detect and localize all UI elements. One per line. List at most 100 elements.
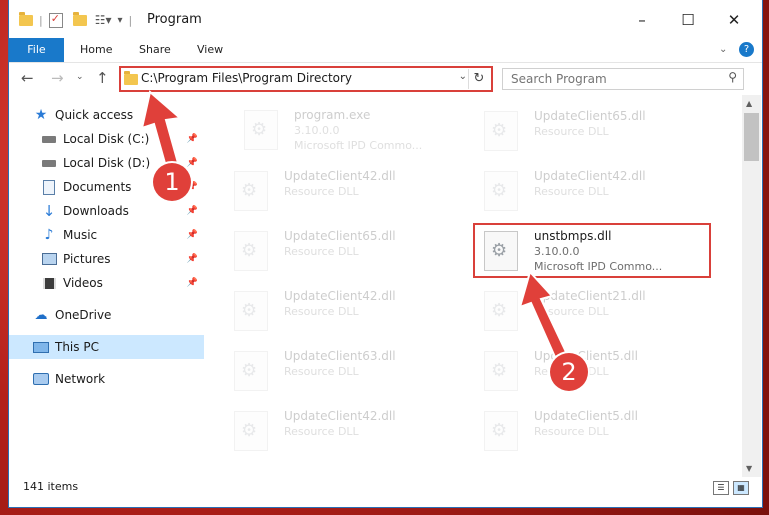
tab-view[interactable]: View — [197, 38, 223, 62]
pin-icon[interactable]: 📌 — [187, 158, 198, 168]
tab-file[interactable]: File — [9, 38, 64, 62]
new-folder-icon[interactable] — [72, 11, 87, 26]
file-name: UpdateClient65.dll — [534, 109, 646, 123]
nav-item-pictures[interactable]: Pictures 📌 — [9, 247, 204, 271]
folder-icon — [124, 71, 138, 85]
dll-file-icon — [484, 171, 518, 211]
pin-icon[interactable]: 📌 — [187, 134, 198, 144]
videos-icon — [41, 276, 57, 290]
nav-item-onedrive[interactable]: ☁ OneDrive — [9, 303, 204, 327]
folder-icon — [19, 11, 33, 26]
nav-item-videos[interactable]: Videos 📌 — [9, 271, 204, 295]
pictures-icon — [41, 252, 57, 266]
nav-item-local-disk-c[interactable]: Local Disk (C:) 📌 — [9, 127, 204, 151]
maximize-button[interactable]: ☐ — [677, 10, 699, 30]
minimize-button[interactable]: – — [631, 10, 653, 30]
tab-share[interactable]: Share — [139, 38, 171, 62]
nav-label: Videos — [63, 276, 103, 290]
expand-ribbon-icon[interactable]: ⌄ — [719, 38, 727, 62]
address-dropdown-icon[interactable]: ⌄ — [459, 71, 467, 82]
file-item[interactable]: UpdateClient42.dll Resource DLL — [469, 163, 699, 221]
item-count: 141 items — [23, 480, 79, 493]
nav-label: Local Disk (C:) — [63, 132, 150, 146]
file-name: UpdateClient42.dll — [284, 409, 396, 423]
pin-icon[interactable]: 📌 — [187, 206, 198, 216]
dll-file-icon — [484, 351, 518, 391]
file-name: UpdateClient21.dll — [534, 289, 646, 303]
nav-item-this-pc[interactable]: This PC — [9, 335, 204, 359]
highlight-box — [473, 223, 711, 278]
back-arrow-icon[interactable]: ← — [21, 69, 34, 87]
file-type: Resource DLL — [534, 425, 609, 438]
file-item[interactable]: program.exe 3.10.0.0 Microsoft IPD Commo… — [229, 102, 459, 160]
search-icon[interactable]: ⚲ — [728, 70, 737, 84]
file-type: Resource DLL — [534, 185, 609, 198]
vertical-scrollbar[interactable]: ▲ ▼ — [742, 95, 761, 477]
tiles-view-icon[interactable]: ▦ — [733, 481, 749, 495]
nav-item-network[interactable]: Network — [9, 367, 204, 391]
refresh-icon[interactable]: ↻ — [468, 69, 489, 89]
close-button[interactable]: ✕ — [723, 10, 745, 30]
file-item[interactable]: UpdateClient5.dll Resource DLL — [469, 403, 699, 461]
nav-label: Quick access — [55, 108, 134, 122]
tab-home[interactable]: Home — [80, 38, 112, 62]
cloud-icon: ☁ — [34, 307, 48, 323]
file-type: Resource DLL — [284, 305, 359, 318]
file-type: Resource DLL — [534, 305, 609, 318]
file-type: Resource DLL — [284, 425, 359, 438]
address-path[interactable]: C:\Program Files\Program Directory — [141, 71, 352, 85]
details-view-icon[interactable]: ☰ — [713, 481, 729, 495]
nav-label: Downloads — [63, 204, 129, 218]
search-box[interactable]: ⚲ — [502, 68, 744, 90]
ribbon: File Home Share View ⌄ ? — [9, 38, 762, 63]
dropdown-arrow-icon[interactable]: ▾ — [118, 15, 123, 26]
status-bar: 141 items ☰ ▦ — [9, 477, 762, 499]
customize-icon[interactable]: ☷▾ — [95, 13, 112, 27]
file-version: 3.10.0.0 — [294, 124, 340, 137]
dll-file-icon — [234, 351, 268, 391]
scroll-thumb[interactable] — [744, 113, 759, 161]
file-item[interactable]: UpdateClient21.dll Resource DLL — [469, 283, 699, 341]
step-badge-2: 2 — [550, 353, 588, 391]
nav-item-downloads[interactable]: ↓ Downloads 📌 — [9, 199, 204, 223]
pin-icon[interactable]: 📌 — [187, 230, 198, 240]
dll-file-icon — [234, 171, 268, 211]
window-title: Program — [147, 12, 202, 27]
address-bar[interactable]: C:\Program Files\Program Directory ⌄ ↻ — [119, 66, 493, 92]
download-icon: ↓ — [42, 202, 56, 220]
file-name: UpdateClient42.dll — [284, 289, 396, 303]
help-button[interactable]: ? — [739, 42, 754, 57]
file-name: UpdateClient63.dll — [284, 349, 396, 363]
dll-file-icon — [484, 411, 518, 451]
pin-icon[interactable]: 📌 — [187, 278, 198, 288]
file-list: program.exe 3.10.0.0 Microsoft IPD Commo… — [214, 95, 739, 475]
scroll-up-icon[interactable]: ▲ — [746, 99, 752, 108]
step-badge-1: 1 — [153, 163, 191, 201]
file-item[interactable]: UpdateClient42.dll Resource DLL — [219, 403, 449, 461]
recent-chevron-icon[interactable]: ⌄ — [76, 72, 84, 82]
search-input[interactable] — [509, 70, 713, 88]
nav-label: OneDrive — [55, 308, 112, 322]
nav-item-music[interactable]: ♪ Music 📌 — [9, 223, 204, 247]
file-name: UpdateClient65.dll — [284, 229, 396, 243]
nav-label: This PC — [55, 340, 99, 354]
file-type: Resource DLL — [284, 365, 359, 378]
file-item[interactable]: UpdateClient42.dll Resource DLL — [219, 283, 449, 341]
file-item[interactable]: UpdateClient42.dll Resource DLL — [219, 163, 449, 221]
nav-item-quick-access[interactable]: ★ Quick access — [9, 103, 204, 127]
up-arrow-icon[interactable]: ↑ — [96, 69, 109, 87]
file-item[interactable]: UpdateClient65.dll Resource DLL — [469, 103, 699, 161]
forward-arrow-icon[interactable]: → — [51, 69, 64, 87]
pin-icon[interactable]: 📌 — [187, 254, 198, 264]
address-row: ← → ⌄ ↑ C:\Program Files\Program Directo… — [9, 63, 762, 93]
drive-icon — [41, 132, 57, 146]
file-item[interactable]: UpdateClient65.dll Resource DLL — [219, 223, 449, 281]
file-type: Resource DLL — [284, 245, 359, 258]
properties-icon[interactable]: ✓ — [48, 12, 63, 28]
title-bar: | ✓ ☷▾ ▾ | Program – ☐ ✕ — [9, 0, 762, 38]
nav-label: Local Disk (D:) — [63, 156, 151, 170]
file-name: UpdateClient5.dll — [534, 349, 638, 363]
scroll-down-icon[interactable]: ▼ — [746, 464, 752, 473]
file-item[interactable]: UpdateClient63.dll Resource DLL — [219, 343, 449, 401]
exe-file-icon — [244, 110, 278, 150]
